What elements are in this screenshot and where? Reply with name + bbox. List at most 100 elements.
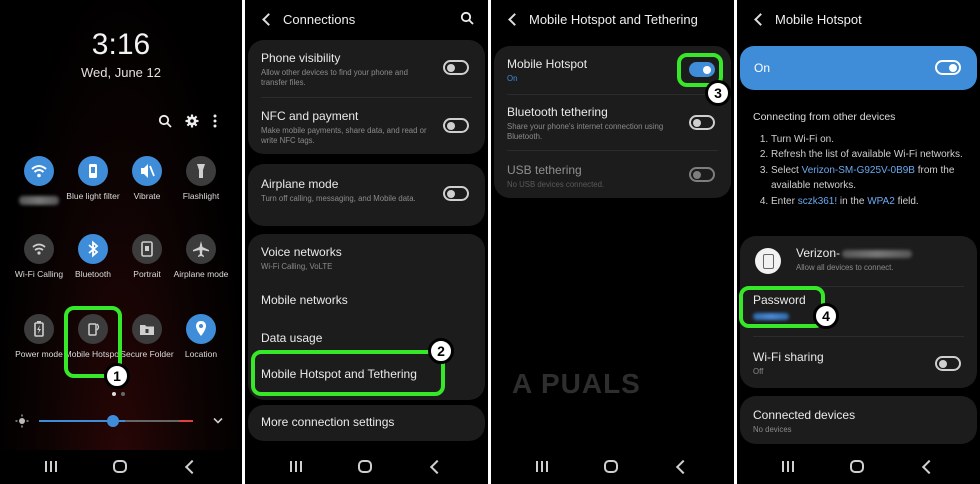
tile-location[interactable]: Location — [172, 314, 230, 359]
quick-settings-toolbar — [158, 114, 226, 128]
airplane-icon — [186, 234, 216, 264]
divider — [753, 336, 964, 337]
card-more-settings: More connection settings — [248, 405, 485, 441]
bluetooth-icon — [78, 234, 108, 264]
tile-power-mode[interactable]: Power mode — [10, 314, 68, 359]
back-arrow-icon[interactable] — [507, 12, 517, 26]
row-voice-networks[interactable]: Voice networks Wi-Fi Calling, VoLTE — [261, 245, 472, 272]
password-link[interactable]: sczk361! — [798, 196, 837, 207]
row-mobile-networks[interactable]: Mobile networks — [261, 293, 472, 307]
home-icon[interactable] — [358, 460, 372, 473]
back-icon[interactable] — [428, 459, 444, 475]
navigation-bar — [0, 450, 242, 484]
search-icon[interactable] — [460, 11, 474, 25]
recent-apps-icon[interactable] — [289, 459, 305, 475]
network-name-link[interactable]: Verizon-SM-G925V-0B9B — [802, 165, 915, 176]
security-type-link[interactable]: WPA2 — [867, 196, 895, 207]
highlight-hotspot-tethering — [251, 350, 445, 396]
hotspot-master-toggle[interactable] — [935, 60, 961, 75]
home-icon[interactable] — [604, 460, 618, 473]
row-usb-tethering[interactable]: USB tethering No USB devices connected. — [507, 163, 718, 190]
tile-wifi-calling[interactable]: Wi-Fi Calling — [10, 234, 68, 279]
tile-label: Flashlight — [182, 191, 220, 201]
page-title: Mobile Hotspot — [775, 12, 862, 27]
bluetooth-tethering-toggle[interactable] — [689, 115, 715, 130]
tile-wifi[interactable] — [10, 156, 68, 207]
tile-label: Secure Folder — [120, 349, 174, 359]
sun-icon — [15, 414, 29, 428]
divider — [507, 150, 718, 151]
step-badge-4: 4 — [813, 303, 839, 329]
chevron-down-icon[interactable] — [213, 417, 223, 425]
row-wifi-sharing[interactable]: Wi-Fi sharing Off — [753, 350, 964, 377]
card-connected-devices: Connected devices No devices — [740, 396, 977, 444]
tile-portrait[interactable]: Portrait — [118, 234, 176, 279]
flashlight-icon — [186, 156, 216, 186]
tile-flashlight[interactable]: Flashlight — [172, 156, 230, 201]
airplane-mode-toggle[interactable] — [443, 186, 469, 201]
tile-label: Location — [184, 349, 218, 359]
row-nfc-payment[interactable]: NFC and payment Make mobile payments, sh… — [261, 109, 472, 145]
back-icon[interactable] — [674, 459, 690, 475]
tile-label: Airplane mode — [173, 269, 229, 279]
highlight-password — [739, 286, 825, 328]
page-title: Connections — [283, 12, 356, 27]
page-title: Mobile Hotspot and Tethering — [529, 12, 698, 27]
wifi-calling-icon — [24, 234, 54, 264]
back-arrow-icon[interactable] — [261, 12, 271, 26]
gear-icon[interactable] — [185, 114, 199, 128]
row-connected-devices[interactable]: Connected devices No devices — [753, 408, 964, 435]
instruction-step: Refresh the list of available Wi-Fi netw… — [771, 147, 968, 163]
home-icon[interactable] — [850, 460, 864, 473]
tile-label: Wi-Fi Calling — [14, 269, 64, 279]
hotspot-state-label: On — [754, 61, 771, 75]
instruction-step: Enter sczk361! in the WPA2 field. — [771, 194, 968, 210]
more-options-icon[interactable] — [212, 114, 226, 128]
back-icon[interactable] — [920, 459, 936, 475]
tile-airplane-mode[interactable]: Airplane mode — [172, 234, 230, 279]
back-arrow-icon[interactable] — [753, 12, 763, 26]
back-icon[interactable] — [183, 459, 199, 475]
row-phone-visibility[interactable]: Phone visibility Allow other devices to … — [261, 51, 472, 87]
row-airplane-mode[interactable]: Airplane mode Turn off calling, messagin… — [261, 177, 472, 204]
brightness-slider[interactable] — [15, 414, 227, 428]
recent-apps-icon[interactable] — [535, 459, 551, 475]
recent-apps-icon[interactable] — [44, 459, 60, 475]
home-icon[interactable] — [113, 460, 127, 473]
row-bluetooth-tethering[interactable]: Bluetooth tethering Share your phone's i… — [507, 105, 718, 141]
brightness-marker — [179, 420, 193, 422]
tile-label: Portrait — [133, 269, 161, 279]
row-more-connection-settings[interactable]: More connection settings — [261, 415, 472, 429]
usb-tethering-toggle[interactable] — [689, 167, 715, 182]
tethering-header: Mobile Hotspot and Tethering — [491, 0, 734, 38]
tile-vibrate[interactable]: Vibrate — [118, 156, 176, 201]
wifi-icon — [24, 156, 54, 186]
hotspot-header: Mobile Hotspot — [737, 0, 980, 38]
tethering-screen: Mobile Hotspot and Tethering Mobile Hots… — [491, 0, 734, 484]
quick-settings-panel: 3:16 Wed, June 12 Blue light filter Vibr… — [0, 0, 242, 484]
wifi-sharing-toggle[interactable] — [935, 356, 961, 371]
power-mode-icon — [24, 314, 54, 344]
hotspot-master-switch[interactable]: On — [740, 46, 977, 90]
phone-visibility-toggle[interactable] — [443, 60, 469, 75]
divider — [261, 97, 472, 98]
row-network-name[interactable]: Verizon- Allow all devices to connect. — [796, 246, 964, 273]
tile-bluetooth[interactable]: Bluetooth — [64, 234, 122, 279]
search-icon[interactable] — [158, 114, 172, 128]
card-airplane: Airplane mode Turn off calling, messagin… — [248, 164, 485, 226]
tile-secure-folder[interactable]: Secure Folder — [118, 314, 176, 359]
nfc-toggle[interactable] — [443, 118, 469, 133]
blue-light-icon — [78, 156, 108, 186]
vibrate-icon — [132, 156, 162, 186]
tile-label: Vibrate — [133, 191, 161, 201]
connection-instructions: Connecting from other devices Turn Wi-Fi… — [753, 110, 968, 209]
recent-apps-icon[interactable] — [781, 459, 797, 475]
connections-header: Connections — [245, 0, 488, 38]
watermark: A PUALS — [512, 368, 641, 399]
instruction-step: Select Verizon-SM-G925V-0B9B from the av… — [771, 163, 968, 194]
date: Wed, June 12 — [81, 65, 161, 80]
brightness-knob[interactable] — [106, 415, 119, 427]
device-icon — [755, 248, 781, 274]
tile-label: Power mode — [15, 349, 63, 359]
tile-blue-light-filter[interactable]: Blue light filter — [64, 156, 122, 201]
